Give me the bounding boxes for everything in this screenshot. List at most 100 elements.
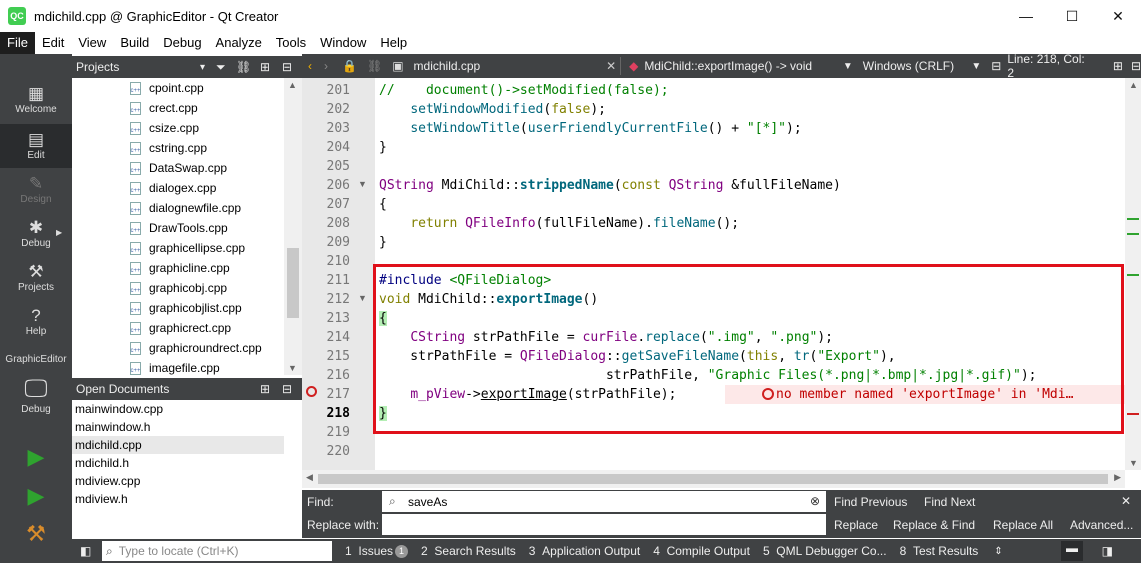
menu-view[interactable]: View [71,32,113,54]
tree-file[interactable]: c++ dialognewfile.cpp [72,198,284,218]
menu-file[interactable]: File [0,32,35,54]
kit-selector[interactable]: 🖵 Debug [0,374,72,424]
scroll-down-icon[interactable]: ▼ [288,363,297,373]
menu-analyze[interactable]: Analyze [209,32,269,54]
tree-file[interactable]: c++ DrawTools.cpp [72,218,284,238]
editor-scrollbar[interactable]: ▲ ▼ [1125,78,1141,470]
menu-build[interactable]: Build [113,32,156,54]
replace-button[interactable]: Replace [834,518,878,532]
pane-qml-debugger[interactable]: 5 QML Debugger Co... [763,544,887,558]
advanced-button[interactable]: Advanced... [1070,518,1133,532]
file-selector[interactable]: mdichild.cpp [414,59,601,73]
cursor-position[interactable]: Line: 218, Col: 2 [1007,52,1089,80]
mode-design-label: Design [20,194,52,205]
tree-file[interactable]: c++ graphicellipse.cpp [72,238,284,258]
filter-icon[interactable]: ⏷ [216,60,226,75]
build-button[interactable]: ⚒ [0,520,72,548]
maximize-button[interactable]: ☐ [1049,0,1095,32]
find-next-button[interactable]: Find Next [924,495,975,509]
menu-tools[interactable]: Tools [269,32,313,54]
horizontal-scrollbar[interactable]: ◀ ▶ [302,470,1125,488]
pane-test-results[interactable]: 8 Test Results [900,544,979,558]
back-arrow-icon[interactable]: ‹ [308,59,312,73]
tree-file[interactable]: c++ graphicrect.cpp [72,318,284,338]
tree-file[interactable]: c++ DataSwap.cpp [72,158,284,178]
function-selector[interactable]: MdiChild::exportImage() -> void [644,59,831,73]
tree-file[interactable]: c++ cpoint.cpp [72,78,284,98]
link-icon[interactable]: ⛓ [236,60,251,74]
run-button[interactable]: ▶ [0,444,72,470]
minimize-button[interactable]: — [1003,0,1049,32]
menu-debug[interactable]: Debug [156,32,208,54]
open-document-item[interactable]: mdiview.h [72,490,284,508]
menu-window[interactable]: Window [313,32,373,54]
tree-file[interactable]: c++ graphicroundrect.cpp [72,338,284,358]
locator-input[interactable]: ⌕ Type to locate (Ctrl+K) [102,541,332,561]
pane-application-output[interactable]: 3 Application Output [529,544,640,558]
scroll-left-icon[interactable]: ◀ [306,472,313,483]
dropdown-icon[interactable]: ▾ [200,62,205,73]
scroll-right-icon[interactable]: ▶ [1114,472,1121,483]
pane-compile-output[interactable]: 4 Compile Output [653,544,750,558]
replace-find-button[interactable]: Replace & Find [893,518,975,532]
scroll-up-icon[interactable]: ▲ [1129,80,1138,90]
open-document-item[interactable]: mainwindow.h [72,418,284,436]
find-previous-button[interactable]: Find Previous [834,495,907,509]
tree-file[interactable]: c++ imagefile.cpp [72,358,284,375]
scroll-down-icon[interactable]: ▼ [1129,458,1138,468]
split-editor-icon[interactable]: ⊞ [1113,59,1123,73]
tree-file[interactable]: c++ cstring.cpp [72,138,284,158]
line-number: 219 [326,425,350,440]
open-document-item-selected[interactable]: mdichild.cpp [72,436,284,454]
close-button[interactable]: ✕ [1095,0,1141,32]
mode-projects[interactable]: ⚒ Projects [0,262,72,302]
menu-edit[interactable]: Edit [35,32,71,54]
replace-input[interactable] [382,514,826,535]
tree-file[interactable]: c++ graphicobj.cpp [72,278,284,298]
tree-file[interactable]: c++ dialogex.cpp [72,178,284,198]
menu-help[interactable]: Help [373,32,414,54]
line-endings-selector[interactable]: Windows (CRLF) [863,59,966,73]
scroll-thumb[interactable] [318,474,1108,484]
scroll-up-icon[interactable]: ▲ [288,80,297,90]
more-panes-icon[interactable]: ⇕ [994,546,1002,557]
split-icon[interactable]: ⊞ [260,60,270,74]
mode-help[interactable]: ? Help [0,306,72,346]
open-document-item[interactable]: mainwindow.cpp [72,400,284,418]
link-icon[interactable]: ⛓ [367,59,382,73]
close-panel-icon[interactable]: ⊟ [282,382,292,396]
toggle-sidebar-icon[interactable]: ◧ [80,544,91,558]
close-editor-icon[interactable]: ⊟ [1131,59,1141,73]
mode-welcome[interactable]: ▦ Welcome [0,84,72,124]
mode-design[interactable]: ✎ Design [0,174,72,214]
document-icon: ▤ [27,130,45,149]
tree-file[interactable]: c++ crect.cpp [72,98,284,118]
find-input[interactable]: ⌕ saveAs ⊗ [382,491,826,512]
mode-debug[interactable]: ✱ Debug ▶ [0,218,72,258]
fold-arrow-icon[interactable]: ▼ [358,293,367,303]
clear-icon[interactable]: ⊗ [810,494,820,508]
pane-issues[interactable]: 1 Issues 1 [345,544,409,558]
open-document-item[interactable]: mdiview.cpp [72,472,284,490]
pane-search-results[interactable]: 2 Search Results [421,544,516,558]
mode-edit[interactable]: ▤ Edit [0,124,72,168]
tree-file[interactable]: c++ graphicobjlist.cpp [72,298,284,318]
code-token: userFriendlyCurrentFile [527,121,708,136]
toggle-right-sidebar-icon[interactable]: ◨ [1102,544,1113,558]
close-find-icon[interactable]: ✕ [1121,494,1131,508]
scroll-thumb[interactable] [287,248,299,318]
debug-run-button[interactable]: ▶ [0,482,72,510]
tree-file[interactable]: c++ graphicline.cpp [72,258,284,278]
replace-all-button[interactable]: Replace All [993,518,1053,532]
close-panel-icon[interactable]: ⊟ [282,60,292,74]
tree-file[interactable]: c++ csize.cpp [72,118,284,138]
open-document-item[interactable]: mdichild.h [72,454,284,472]
lock-icon[interactable]: 🔒 [342,59,357,73]
split-icon[interactable]: ⊟ [991,59,1001,73]
progress-toggle-icon[interactable]: ▬ [1061,541,1083,561]
project-tree-scrollbar[interactable]: ▲ ▼ [284,78,302,375]
split-icon[interactable]: ⊞ [260,382,270,396]
forward-arrow-icon[interactable]: › [324,59,328,73]
fold-arrow-icon[interactable]: ▼ [358,179,367,189]
close-file-icon[interactable]: ✕ [606,59,616,73]
